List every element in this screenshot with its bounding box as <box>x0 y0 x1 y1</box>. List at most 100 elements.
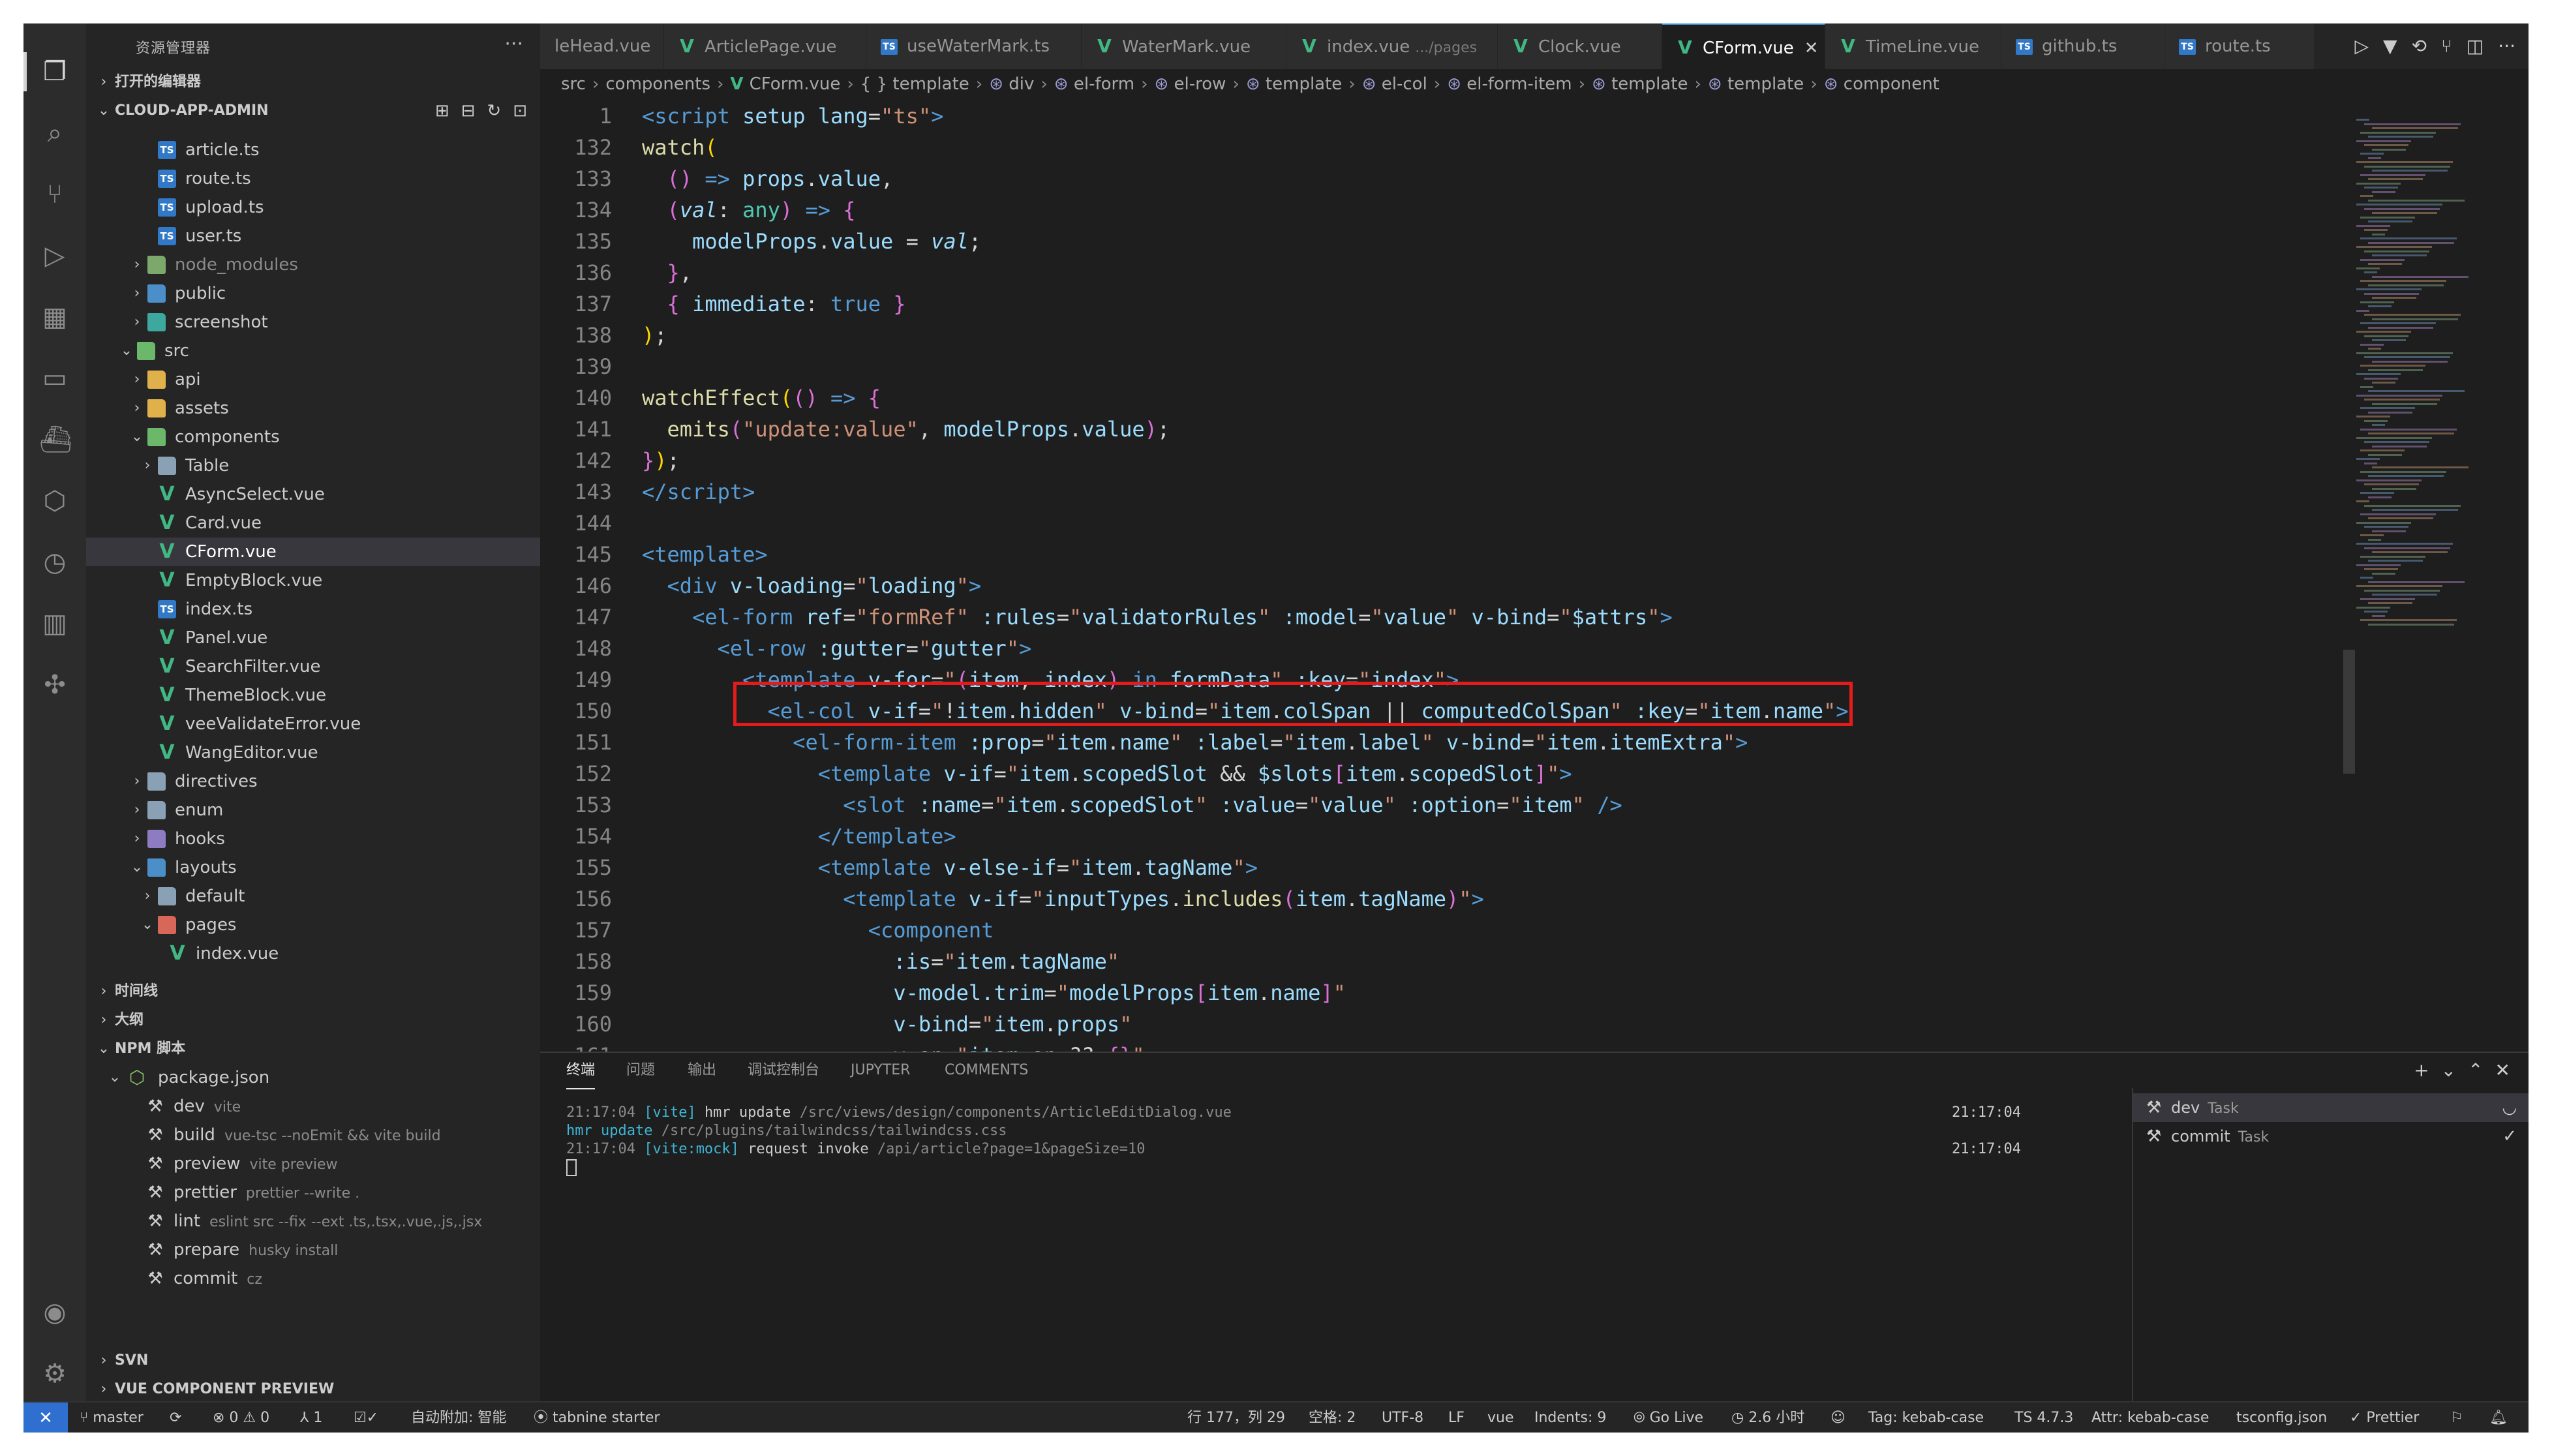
split-editor-icon[interactable]: ◫ <box>2467 35 2484 57</box>
code-line[interactable]: 154 </template> <box>540 821 2354 852</box>
tree-item[interactable]: V SearchFilter.vue <box>86 652 540 681</box>
tree-item[interactable]: V WangEditor.vue <box>86 738 540 767</box>
run-icon[interactable]: ▷ <box>2354 35 2369 57</box>
tree-item[interactable]: TS user.ts <box>86 222 540 250</box>
code-line[interactable]: 135 modelProps.value = val; <box>540 226 2354 257</box>
maximize-panel-icon[interactable]: ⌃ <box>2468 1059 2483 1081</box>
code-line[interactable]: 156 <template v-if="inputTypes.includes(… <box>540 883 2354 915</box>
more-icon[interactable]: ··· <box>2498 35 2515 57</box>
timeline-icon[interactable]: ◷ <box>39 547 70 578</box>
npm-script-item[interactable]: ⚒ dev vite <box>86 1092 540 1121</box>
extensions-icon[interactable]: ▦ <box>39 301 70 333</box>
code-line[interactable]: 155 <template v-else-if="item.tagName"> <box>540 852 2354 883</box>
sync-icon[interactable]: ⟳ <box>170 1403 181 1433</box>
feedback-icon[interactable]: ⚐ <box>2450 1403 2463 1433</box>
breadcrumb-item[interactable]: template <box>1727 74 1804 94</box>
tree-item[interactable]: › directives <box>86 767 540 796</box>
panel-tab[interactable]: COMMENTS <box>945 1053 1028 1088</box>
npm-script-item[interactable]: ⚒ preview vite preview <box>86 1149 540 1178</box>
npm-scripts-section[interactable]: ⌄ NPM 脚本 <box>86 1035 540 1063</box>
outline-section[interactable]: › 大纲 <box>86 1006 540 1035</box>
remote-indicator-icon[interactable]: ✕ <box>23 1403 68 1433</box>
code-line[interactable]: 145 <template> <box>540 539 2354 570</box>
time-status[interactable]: ◷ 2.6 小时 <box>1731 1403 1804 1433</box>
breadcrumb-item[interactable]: el-col <box>1382 74 1427 94</box>
tree-item[interactable]: TS upload.ts <box>86 193 540 222</box>
npm-script-item[interactable]: ⚒ lint eslint src --fix --ext .ts,.tsx,.vu… <box>86 1207 540 1236</box>
copilot-icon[interactable]: ☺ <box>1830 1403 1846 1433</box>
code-line[interactable]: 147 <el-form ref="formRef" :rules="valid… <box>540 601 2354 633</box>
tabnine-status[interactable]: ⦿ tabnine starter <box>534 1403 660 1433</box>
code-line[interactable]: 143 </script> <box>540 476 2354 508</box>
breadcrumb-item[interactable]: div <box>1009 74 1034 94</box>
tag-case-status[interactable]: Tag: kebab-case <box>1868 1403 1984 1433</box>
problems-status[interactable]: ⊗ 0 ⚠ 0 <box>213 1403 269 1433</box>
tree-item[interactable]: TS route.ts <box>86 164 540 193</box>
panel-tab[interactable]: 问题 <box>626 1053 655 1088</box>
tree-item[interactable]: › node_modules <box>86 250 540 279</box>
indent-status[interactable]: 空格: 2 <box>1309 1403 1356 1433</box>
open-editors-section[interactable]: › 打开的编辑器 <box>86 68 540 97</box>
tree-item[interactable]: › screenshot <box>86 308 540 337</box>
tree-item[interactable]: › enum <box>86 796 540 825</box>
code-line[interactable]: 136 }, <box>540 257 2354 288</box>
code-line[interactable]: 1 <script setup lang="ts"> <box>540 100 2354 132</box>
code-line[interactable]: 151 <el-form-item :prop="item.name" :lab… <box>540 727 2354 758</box>
editor-tab[interactable]: V CForm.vue ✕ <box>1662 23 1825 69</box>
tsconfig-status[interactable]: tsconfig.json <box>2236 1403 2327 1433</box>
code-line[interactable]: 144 <box>540 508 2354 539</box>
terminal-prompt[interactable] <box>566 1159 2021 1177</box>
breadcrumb-item[interactable]: component <box>1844 74 1939 94</box>
editor-tab[interactable]: V ArticlePage.vue <box>664 23 866 69</box>
editor-tab[interactable]: leHead.vue <box>540 23 664 69</box>
code-line[interactable]: 133 () => props.value, <box>540 163 2354 194</box>
project-section[interactable]: ⌄ CLOUD-APP-ADMIN ⊞ ⊟ ↻ ⊡ <box>86 97 540 125</box>
code-line[interactable]: 140 watchEffect(() => { <box>540 382 2354 414</box>
library-icon[interactable]: ▥ <box>39 608 70 639</box>
editor-tab[interactable]: TS useWaterMark.ts <box>866 23 1082 69</box>
settings-gear-icon[interactable]: ⚙ <box>39 1358 70 1389</box>
tree-item[interactable]: › api <box>86 365 540 394</box>
prettier-status[interactable]: ✓ Prettier <box>2350 1403 2419 1433</box>
branch-status[interactable]: ⑂ master <box>80 1403 144 1433</box>
puzzle-icon[interactable]: ✣ <box>39 669 70 701</box>
editor-tab[interactable]: V WaterMark.vue <box>1082 23 1286 69</box>
tree-item[interactable]: V Panel.vue <box>86 624 540 652</box>
auto-attach-status[interactable]: 自动附加: 智能 <box>411 1403 506 1433</box>
editor-tab[interactable]: V TimeLine.vue <box>1825 23 2001 69</box>
tree-item[interactable]: ⌄ components <box>86 423 540 451</box>
new-terminal-icon[interactable]: + <box>2414 1059 2429 1081</box>
refresh-icon[interactable]: ↻ <box>487 101 501 121</box>
breadcrumb-item[interactable]: template <box>1266 74 1342 94</box>
breadcrumb-item[interactable]: components <box>605 74 710 94</box>
tree-item[interactable]: V EmptyBlock.vue <box>86 566 540 595</box>
scrollbar-thumb[interactable] <box>2343 650 2355 774</box>
code-line[interactable]: 148 <el-row :gutter="gutter"> <box>540 633 2354 664</box>
golive-status[interactable]: ⦾ Go Live <box>1633 1403 1703 1433</box>
code-line[interactable]: 152 <template v-if="item.scopedSlot && $… <box>540 758 2354 789</box>
run-debug-icon[interactable]: ▷ <box>39 240 70 271</box>
code-line[interactable]: 146 <div v-loading="loading"> <box>540 570 2354 601</box>
close-tab-icon[interactable]: ✕ <box>1804 38 1819 58</box>
breadcrumb-item[interactable]: el-form-item <box>1466 74 1572 94</box>
tree-item[interactable]: V Card.vue <box>86 509 540 538</box>
breadcrumb-item[interactable]: template <box>1611 74 1688 94</box>
eol-status[interactable]: LF <box>1448 1403 1465 1433</box>
encoding-status[interactable]: UTF-8 <box>1382 1403 1423 1433</box>
panel-tab[interactable]: 输出 <box>688 1053 716 1088</box>
chevron-down-icon[interactable]: ⌄ <box>2441 1059 2456 1081</box>
remote-explorer-icon[interactable]: ▭ <box>39 363 70 394</box>
gitlens-icon[interactable]: ⬡ <box>39 485 70 517</box>
account-icon[interactable]: ◉ <box>39 1297 70 1328</box>
notifications-bell-icon[interactable]: 🔔︎ <box>2489 1403 2508 1433</box>
npm-script-item[interactable]: ⚒ prettier prettier --write . <box>86 1178 540 1207</box>
new-file-icon[interactable]: ⊞ <box>435 101 449 121</box>
search-icon[interactable]: ⌕ <box>39 117 70 149</box>
panel-tab[interactable]: 调试控制台 <box>748 1053 819 1088</box>
tree-item[interactable]: V AsyncSelect.vue <box>86 480 540 509</box>
timeline-section[interactable]: › 时间线 <box>86 977 540 1006</box>
tree-item[interactable]: V CForm.vue <box>86 538 540 566</box>
tree-item[interactable]: › Table <box>86 451 540 480</box>
new-folder-icon[interactable]: ⊟ <box>461 101 476 121</box>
svn-section[interactable]: › SVN <box>86 1346 540 1375</box>
